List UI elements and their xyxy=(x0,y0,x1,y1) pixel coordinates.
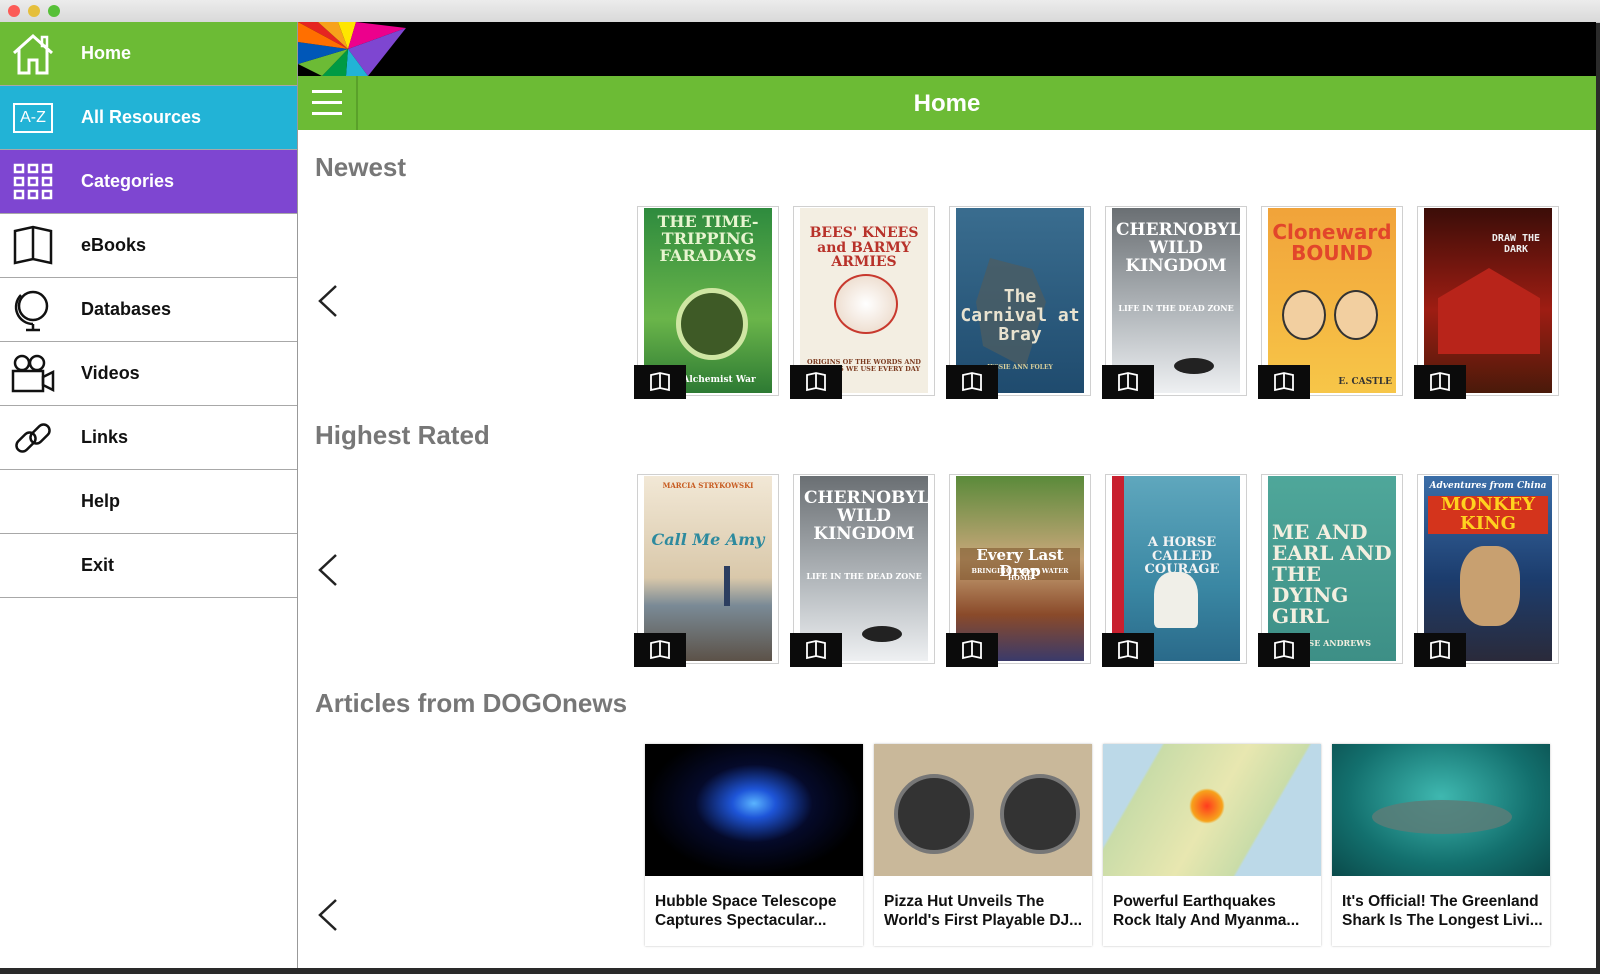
sidebar-item-label: Help xyxy=(81,491,121,511)
article-card[interactable]: Powerful Earthquakes Rock Italy And Myan… xyxy=(1103,744,1321,946)
section-title-newest: Newest xyxy=(315,152,407,182)
book-card[interactable]: ME AND EARL AND THE DYING GIRL JESSE AND… xyxy=(1258,474,1403,667)
grid-icon xyxy=(8,157,58,207)
book-card[interactable]: CHERNOBYL'S WILD KINGDOM LIFE IN THE DEA… xyxy=(1102,206,1247,399)
globe-icon xyxy=(8,285,58,335)
sidebar-item-label: Videos xyxy=(81,363,140,383)
book-icon xyxy=(634,633,686,667)
book-icon xyxy=(1414,365,1466,399)
book-icon xyxy=(946,365,998,399)
sidebar-item-exit[interactable]: Exit xyxy=(0,534,297,598)
book-icon xyxy=(790,633,842,667)
sidebar-item-label: Databases xyxy=(81,299,172,319)
article-title: Hubble Space Telescope Captures Spectacu… xyxy=(655,893,837,929)
brand-band xyxy=(298,22,1596,76)
article-title: It's Official! The Greenland Shark Is Th… xyxy=(1342,893,1543,929)
sidebar-item-ebooks[interactable]: eBooks xyxy=(0,214,297,278)
article-card[interactable]: It's Official! The Greenland Shark Is Th… xyxy=(1332,744,1550,946)
link-icon xyxy=(8,413,58,463)
chevron-left-icon[interactable] xyxy=(316,284,340,318)
zoom-window-button[interactable] xyxy=(48,5,60,17)
book-card[interactable]: Every Last Drop BRINGING CLEAN WATER HOM… xyxy=(946,474,1091,667)
a-z-icon: A-Z xyxy=(8,93,58,143)
book-card[interactable]: BEES' KNEES and BARMY ARMIES ORIGINS OF … xyxy=(790,206,935,399)
article-title: Powerful Earthquakes Rock Italy And Myan… xyxy=(1113,893,1300,929)
sidebar-item-databases[interactable]: Databases xyxy=(0,278,297,342)
section-title-highest-rated: Highest Rated xyxy=(315,420,490,450)
book-card[interactable]: Adventures from China MONKEY KING xyxy=(1414,474,1559,667)
sidebar-item-categories[interactable]: Categories xyxy=(0,150,297,214)
main-content: Home Newest THE TIME-TRIPPING FARADAYS T… xyxy=(298,22,1596,968)
close-window-button[interactable] xyxy=(8,5,20,17)
header-bar: Home xyxy=(298,76,1596,130)
sidebar-item-videos[interactable]: Videos xyxy=(0,342,297,406)
book-icon xyxy=(1102,365,1154,399)
home-icon xyxy=(8,29,58,79)
window-titlebar xyxy=(0,0,1600,23)
sidebar-item-home[interactable]: Home xyxy=(0,22,297,86)
sidebar-item-label: All Resources xyxy=(81,107,202,127)
book-icon xyxy=(1102,633,1154,667)
sidebar-item-links[interactable]: Links xyxy=(0,406,297,470)
chevron-left-icon[interactable] xyxy=(316,553,340,587)
sidebar-item-label: Categories xyxy=(81,171,175,191)
book-icon xyxy=(946,633,998,667)
article-card[interactable]: Hubble Space Telescope Captures Spectacu… xyxy=(645,744,863,946)
book-icon xyxy=(634,365,686,399)
rainbow-logo xyxy=(298,22,406,76)
sidebar-item-label: Home xyxy=(81,43,132,63)
book-card[interactable]: THE TIME-TRIPPING FARADAYS The Alchemist… xyxy=(634,206,779,399)
video-camera-icon xyxy=(8,349,58,399)
minimize-window-button[interactable] xyxy=(28,5,40,17)
page-title: Home xyxy=(913,90,981,117)
article-title: Pizza Hut Unveils The World's First Play… xyxy=(884,893,1083,929)
book-card[interactable]: Cloneward BOUND E. CASTLE xyxy=(1258,206,1403,399)
sidebar-item-help[interactable]: Help xyxy=(0,470,297,534)
book-icon xyxy=(1258,633,1310,667)
sidebar: Home A-Z All Resources Categories eBooks… xyxy=(0,22,298,968)
article-card[interactable]: Pizza Hut Unveils The World's First Play… xyxy=(874,744,1092,946)
section-title-articles: Articles from DOGOnews xyxy=(315,688,628,718)
book-card[interactable]: A HORSE CALLED COURAGE xyxy=(1102,474,1247,667)
sidebar-item-label: Exit xyxy=(81,555,115,575)
book-card[interactable]: CHERNOBYL'S WILD KINGDOM LIFE IN THE DEA… xyxy=(790,474,935,667)
sidebar-item-label: Links xyxy=(81,427,129,447)
book-card[interactable]: DRAW THE DARK xyxy=(1414,206,1559,399)
book-icon xyxy=(1414,633,1466,667)
app-window: Home A-Z All Resources Categories eBooks… xyxy=(0,22,1596,968)
chevron-left-icon[interactable] xyxy=(316,898,340,932)
sidebar-item-all-resources[interactable]: A-Z All Resources xyxy=(0,86,297,150)
sidebar-item-label: eBooks xyxy=(81,235,147,255)
book-icon xyxy=(790,365,842,399)
book-icon xyxy=(8,221,58,271)
book-card[interactable]: The Carnival at Bray JESSIE ANN FOLEY xyxy=(946,206,1091,399)
book-icon xyxy=(1258,365,1310,399)
book-card[interactable]: MARCIA STRYKOWSKI Call Me Amy xyxy=(634,474,779,667)
